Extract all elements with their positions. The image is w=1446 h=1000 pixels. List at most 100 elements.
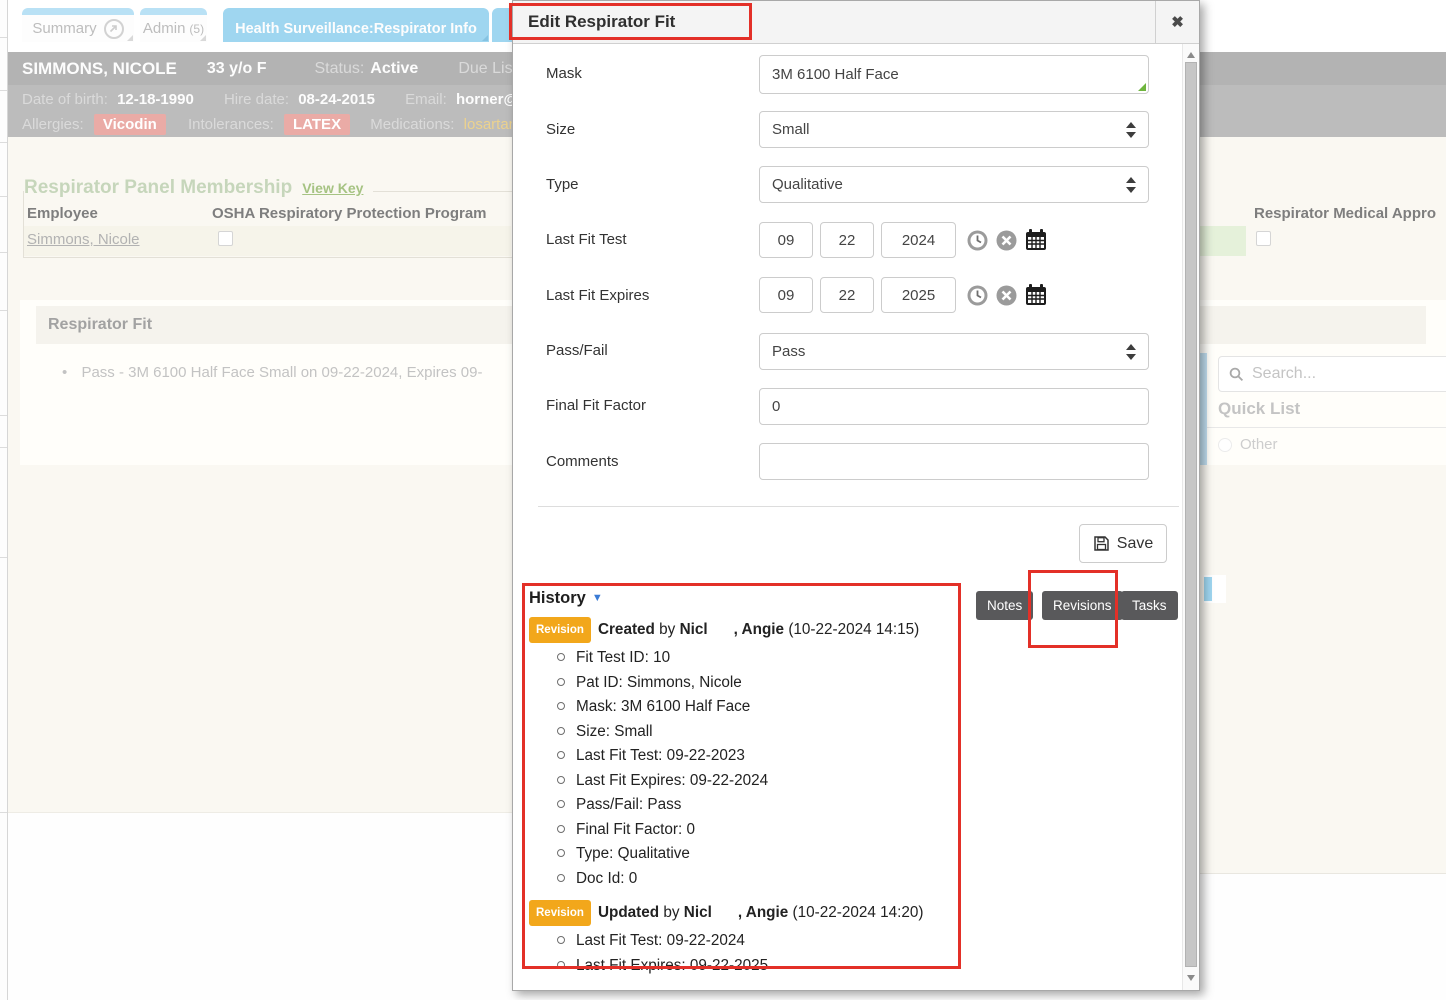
intolerances-label: Intolerances: [188,116,274,133]
dialog-title: Edit Respirator Fit [528,1,675,43]
select-arrows-icon [1126,344,1135,360]
divider [1207,427,1446,428]
modal-scrollbar[interactable] [1182,44,1199,990]
tab-health-surveillance-respirator-info[interactable]: Health Surveillance:Respirator Info [223,8,489,42]
osha-program-checkbox[interactable] [218,231,233,246]
hire-value: 08-24-2015 [298,91,375,108]
last-fit-test-label: Last Fit Test [546,231,627,248]
medical-approval-checkbox[interactable] [1256,231,1271,246]
last-fit-expires-year-input[interactable] [881,277,956,313]
search-box[interactable] [1218,356,1446,392]
revision-author-first: , Angie [738,904,788,921]
scroll-up-icon[interactable] [1187,52,1195,58]
last-fit-expires-day-input[interactable] [820,277,874,313]
status-value: Active [370,60,418,78]
other-radio[interactable] [1218,438,1232,452]
clock-icon[interactable] [966,284,989,307]
page: Summary Admin (5) Health Surveillance:Re… [0,0,1446,1000]
list-item: Fit Test ID: 10 [557,646,979,671]
tab-admin-label: Admin [143,20,186,37]
revision-detail-list: Fit Test ID: 10 Pat ID: Simmons, Nicole … [557,646,979,891]
list-item: Final Fit Factor: 0 [557,818,979,843]
final-fit-factor-label: Final Fit Factor [546,397,646,414]
list-item: Last Fit Expires: 09-22-2025 [557,954,979,979]
notes-button[interactable]: Notes [976,591,1033,620]
last-fit-test-year-input[interactable] [881,222,956,258]
respirator-fit-card-title: Respirator Fit [48,316,152,334]
revision-timestamp: (10-22-2024 14:15) [788,621,919,638]
col-header-osha: OSHA Respiratory Protection Program [212,205,487,222]
tab-partial-hidden[interactable] [492,8,512,42]
dob-label: Date of birth: [22,91,108,108]
quick-list-accent-strip [1200,353,1207,465]
type-label: Type [546,176,579,193]
col-header-medical-approval: Respirator Medical Appro [1254,205,1436,222]
save-button[interactable]: Save [1079,524,1167,563]
bullet-glyph: • [62,364,67,381]
size-label: Size [546,121,575,138]
allergy-badge: Vicodin [94,114,166,135]
patient-name: SIMMONS, NICOLE [22,59,177,79]
save-floppy-icon [1093,535,1110,552]
view-key-link[interactable]: View Key [302,180,363,196]
tab-summary[interactable]: Summary [22,8,134,42]
comments-input[interactable] [759,443,1149,480]
pass-fail-label: Pass/Fail [546,342,608,359]
resize-grip-icon[interactable] [1138,83,1146,91]
mask-field[interactable]: 3M 6100 Half Face [759,55,1149,94]
list-item: Pat ID: Simmons, Nicole [557,671,979,696]
close-icon[interactable]: ✖ [1155,1,1199,43]
revisions-button[interactable]: Revisions [1042,591,1123,620]
by-text: by [663,904,679,921]
bottom-strip [512,990,1200,1000]
membership-legend: Respirator Panel MembershipView Key [24,177,373,199]
list-item: Pass/Fail: Pass [557,793,979,818]
last-fit-expires-month-input[interactable] [759,277,813,313]
revision-action: Created [598,621,655,638]
left-rail [0,0,8,1000]
last-fit-test-day-input[interactable] [820,222,874,258]
mask-label: Mask [546,65,582,82]
clear-date-icon[interactable] [995,229,1018,252]
clock-icon[interactable] [966,229,989,252]
employee-link[interactable]: Simmons, Nicole [27,231,140,248]
history-entry-header: RevisionUpdated by Nicl, Angie (10-22-20… [529,900,979,926]
tab-admin[interactable]: Admin (5) [140,8,207,42]
by-text: by [659,621,675,638]
hire-label: Hire date: [224,91,289,108]
calendar-icon[interactable] [1024,228,1047,251]
select-arrows-icon [1126,122,1135,138]
mask-value: 3M 6100 Half Face [772,66,899,83]
list-item: Doc Id: 0 [557,867,979,892]
tasks-button[interactable]: Tasks [1121,591,1178,620]
tab-summary-label: Summary [32,20,96,37]
list-item: Last Fit Expires: 09-22-2024 [557,769,979,794]
lower-right-panel [1200,873,1446,1000]
list-item: Last Fit Test: 09-22-2023 [557,744,979,769]
open-in-new-icon[interactable] [104,19,124,39]
clear-date-icon[interactable] [995,284,1018,307]
pass-fail-select[interactable]: Pass [759,333,1149,370]
scroll-down-icon[interactable] [1187,975,1195,981]
type-value: Qualitative [772,176,843,193]
quick-list-title: Quick List [1218,399,1300,419]
list-item: Mask: 3M 6100 Half Face [557,695,979,720]
status-label: Status: [314,60,364,78]
search-input[interactable] [1252,365,1422,383]
medications-label: Medications: [370,116,454,133]
calendar-icon[interactable] [1024,283,1047,306]
dialog-header: Edit Respirator Fit ✖ [513,1,1199,44]
final-fit-factor-input[interactable] [759,388,1149,425]
allergies-label: Allergies: [22,116,84,133]
scrollbar-thumb[interactable] [1185,62,1197,967]
revision-action: Updated [598,904,659,921]
type-select[interactable]: Qualitative [759,166,1149,203]
comments-label: Comments [546,453,619,470]
history-entry-header: RevisionCreated by Nicl, Angie (10-22-20… [529,617,979,643]
size-value: Small [772,121,810,138]
revision-author-first: , Angie [734,621,784,638]
chevron-down-icon[interactable]: ▼ [592,592,603,604]
last-fit-test-month-input[interactable] [759,222,813,258]
last-fit-expires-label: Last Fit Expires [546,287,649,304]
size-select[interactable]: Small [759,111,1149,148]
